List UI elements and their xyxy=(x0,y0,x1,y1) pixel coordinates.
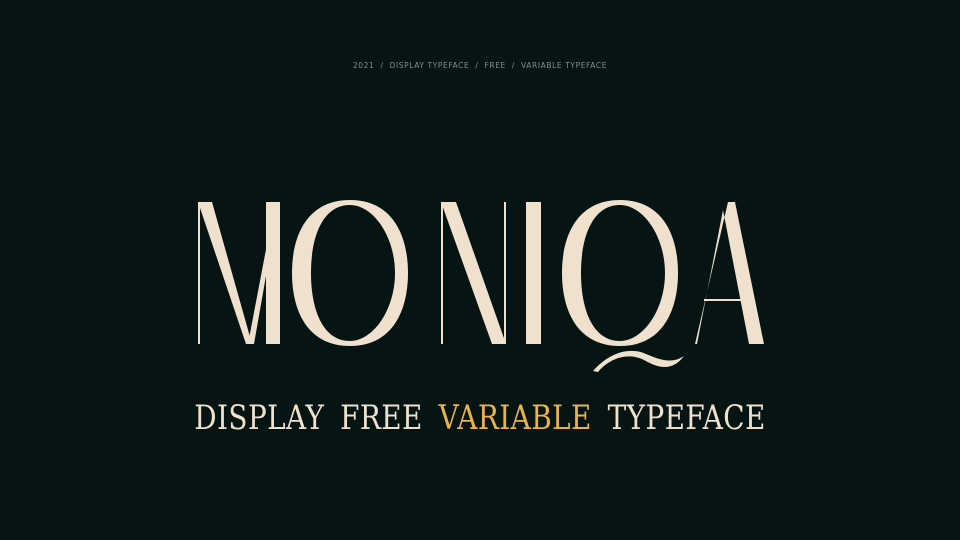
logo-m-left-stem xyxy=(198,202,200,344)
meta-license: FREE xyxy=(484,61,506,70)
logo-n-left-stem xyxy=(441,202,443,344)
logo-i xyxy=(526,202,541,344)
logo-a-crossbar xyxy=(704,299,748,301)
logo-m-left-diagonal xyxy=(198,202,252,344)
logo-o xyxy=(292,200,408,346)
meta-separator: / xyxy=(475,61,479,70)
meta-separator: / xyxy=(511,61,516,70)
moniqa-wordmark-graphic xyxy=(198,200,764,372)
logo-q-bowl xyxy=(562,200,678,346)
tagline-word-free: FREE xyxy=(340,398,423,438)
logo-n-right-stem xyxy=(504,202,506,344)
meta-line: 2021 / DISPLAY TYPEFACE / FREE / VARIABLE TYPE… xyxy=(0,61,960,70)
hero-canvas: { "topline": { "items": ["2021", "DISPLA… xyxy=(0,0,960,540)
meta-year: 2021 xyxy=(352,61,375,70)
tagline-word-display: DISPLAY xyxy=(194,398,325,438)
meta-category: DISPLAY TYPEFACE xyxy=(389,61,470,70)
meta-separator: / xyxy=(380,61,384,70)
tagline-word-typeface: TYPEFACE xyxy=(607,398,766,438)
moniqa-logo xyxy=(188,196,778,376)
meta-type: VARIABLE TYPEFACE xyxy=(521,61,608,70)
logo-m-right-stem xyxy=(266,202,280,344)
tagline-word-variable: VARIABLE xyxy=(438,398,592,438)
logo-a xyxy=(695,202,764,344)
logo-n-diagonal xyxy=(441,202,506,344)
logo-q-tail xyxy=(593,350,684,372)
tagline: DISPLAY FREE VARIABLE TYPEFACE xyxy=(86,398,873,438)
